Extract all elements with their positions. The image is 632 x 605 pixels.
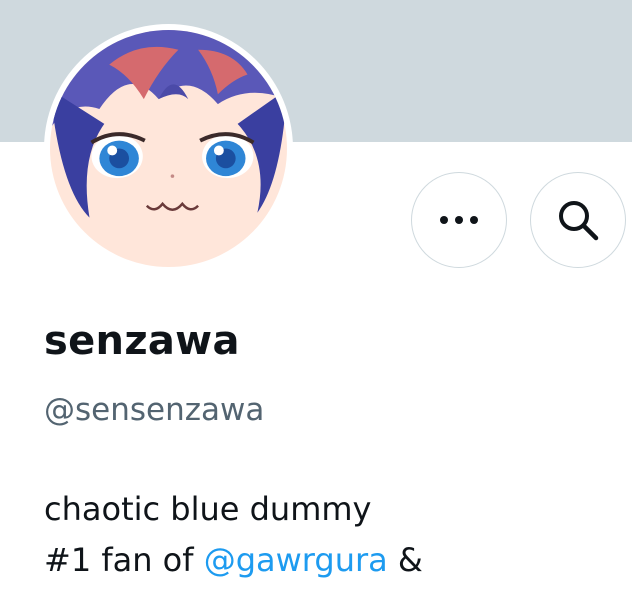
search-icon bbox=[559, 201, 599, 241]
user-handle: @sensenzawa bbox=[44, 392, 265, 428]
mention-link[interactable]: @gawrgura bbox=[204, 541, 388, 579]
more-options-button[interactable] bbox=[411, 172, 507, 268]
profile-avatar[interactable] bbox=[44, 24, 293, 273]
bio-line-2-suffix: & bbox=[387, 541, 423, 579]
display-name: senzawa bbox=[44, 318, 240, 364]
avatar-image bbox=[50, 30, 287, 267]
bio-line-2-prefix: #1 fan of bbox=[44, 541, 204, 579]
bio-line-1: chaotic blue dummy bbox=[44, 490, 372, 528]
more-horizontal-icon bbox=[440, 216, 478, 224]
profile-bio: chaotic blue dummy #1 fan of @gawrgura & bbox=[44, 484, 423, 586]
bio-line-2: #1 fan of @gawrgura & bbox=[44, 535, 423, 586]
search-button[interactable] bbox=[530, 172, 626, 268]
